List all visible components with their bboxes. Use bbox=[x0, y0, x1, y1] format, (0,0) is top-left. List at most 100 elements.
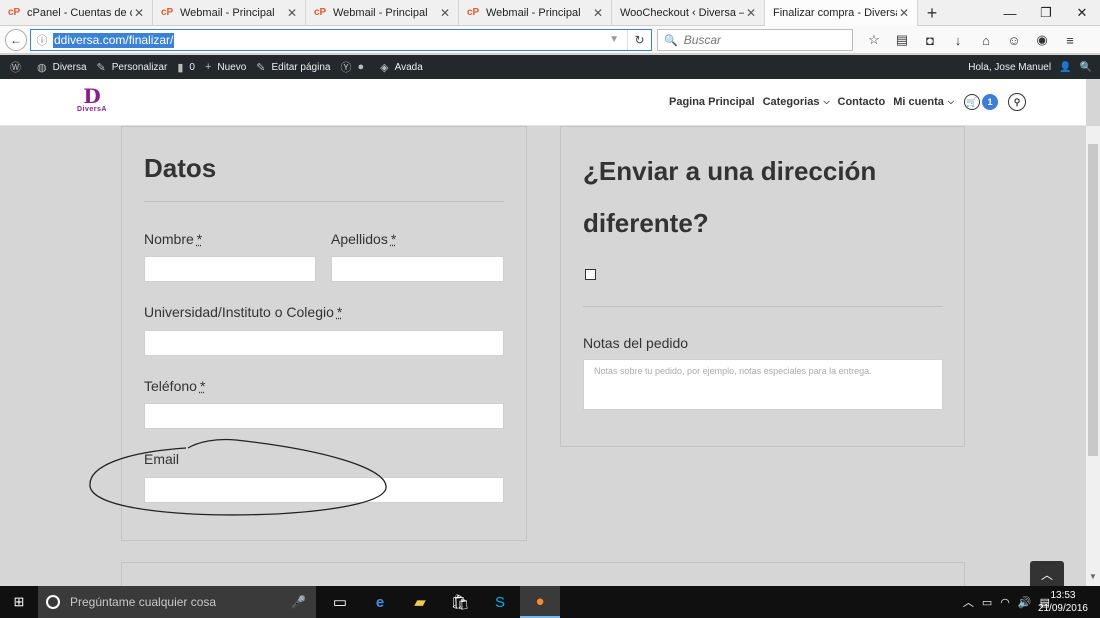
task-view-icon[interactable]: ▭ bbox=[320, 586, 360, 618]
skype-icon[interactable]: S bbox=[480, 586, 520, 618]
restore-icon[interactable]: ❐ bbox=[1028, 0, 1064, 26]
page-scrollbar[interactable]: ▼ bbox=[1086, 126, 1100, 586]
close-window-icon[interactable]: ✕ bbox=[1064, 0, 1100, 26]
store-icon[interactable]: 🛍 bbox=[440, 586, 480, 618]
browser-tab[interactable]: cPcPanel - Cuentas de c...✕ bbox=[0, 0, 153, 26]
firefox-icon[interactable]: ● bbox=[520, 586, 560, 618]
menu-icon[interactable]: ≡ bbox=[1056, 30, 1084, 50]
close-tab-icon[interactable]: ✕ bbox=[132, 6, 146, 20]
download-icon[interactable]: ↓ bbox=[944, 30, 972, 50]
site-logo[interactable]: D DiversA bbox=[72, 86, 112, 120]
last-name-field[interactable] bbox=[331, 256, 504, 282]
browser-tab[interactable]: cP Webmail - Principal ✕ bbox=[306, 0, 459, 26]
cpanel-icon: cP bbox=[314, 7, 327, 18]
url-bar[interactable]: ⓘ ddiversa.com/finalizar/ ▼ ↻ bbox=[30, 29, 652, 51]
order-notes-field[interactable] bbox=[583, 359, 943, 410]
hand-drawn-circle-annotation bbox=[89, 438, 387, 516]
nav-categories[interactable]: Categorias ⌵ bbox=[763, 96, 830, 108]
close-tab-icon[interactable]: ✕ bbox=[438, 6, 452, 20]
emoji-icon[interactable]: ☺ bbox=[1000, 30, 1028, 50]
wp-admin-bar: Ⓦ ◍ Diversa ✎ Personalizar ▮ 0 + Nuevo ✎ Edit… bbox=[0, 55, 1100, 79]
first-name-label: Nombre * bbox=[144, 231, 203, 247]
close-tab-icon[interactable]: ✕ bbox=[744, 6, 758, 20]
admin-comments-link[interactable]: ▮ 0 bbox=[177, 61, 195, 74]
dashboard-icon: ◍ bbox=[37, 61, 47, 74]
brush-icon: ✎ bbox=[96, 61, 106, 74]
browser-search-bar[interactable]: 🔍 bbox=[657, 29, 853, 51]
url-text[interactable]: ddiversa.com/finalizar/ bbox=[53, 32, 175, 48]
admin-search-icon[interactable]: 🔍 bbox=[1080, 62, 1092, 73]
back-to-top-button[interactable]: ︿ bbox=[1030, 561, 1064, 587]
user-avatar-icon: 👤 bbox=[1059, 61, 1072, 73]
cart-button[interactable]: 🛒 1 bbox=[964, 94, 998, 110]
back-icon[interactable]: ← bbox=[5, 29, 27, 51]
nav-my-account[interactable]: Mi cuenta ⌵ bbox=[893, 96, 954, 108]
battery-icon[interactable]: ▭ bbox=[982, 596, 992, 609]
phone-field[interactable] bbox=[144, 403, 504, 429]
scrollbar-thumb[interactable] bbox=[1088, 144, 1098, 456]
nav-home[interactable]: Pagina Principal bbox=[669, 96, 755, 108]
edge-icon[interactable]: e bbox=[360, 586, 400, 618]
reload-icon[interactable]: ↻ bbox=[627, 30, 651, 50]
admin-new-link[interactable]: + Nuevo bbox=[205, 61, 246, 73]
browser-search-input[interactable] bbox=[683, 33, 844, 47]
info-icon[interactable]: ⓘ bbox=[31, 32, 53, 48]
first-name-field[interactable] bbox=[144, 256, 316, 282]
browser-toolbar-icons: ☆ ▤ ◘ ↓ ⌂ ☺ ◉ ≡ bbox=[860, 30, 1084, 50]
main-nav: Pagina Principal Categorias ⌵ Contacto Mi… bbox=[661, 93, 1026, 111]
window-controls: — ❐ ✕ bbox=[992, 0, 1100, 26]
cpanel-icon: cP bbox=[467, 7, 480, 18]
admin-avada-link[interactable]: ◈ Avada bbox=[380, 61, 423, 74]
browser-nav-bar: ← ⓘ ddiversa.com/finalizar/ ▼ ↻ 🔍 ☆ ▤ ◘ … bbox=[0, 26, 1100, 54]
home-icon[interactable]: ⌂ bbox=[972, 30, 1000, 50]
wifi-icon[interactable]: ◠ bbox=[1000, 596, 1010, 609]
status-dot-icon: ● bbox=[357, 61, 365, 73]
chevron-up-icon: ︿ bbox=[1040, 567, 1053, 582]
microphone-icon[interactable]: 🎤 bbox=[291, 595, 306, 609]
divider bbox=[583, 306, 943, 307]
minimize-icon[interactable]: — bbox=[992, 0, 1028, 26]
close-tab-icon[interactable]: ✕ bbox=[591, 6, 605, 20]
search-icon: 🔍 bbox=[664, 34, 678, 47]
system-tray: ︿ ▭ ◠ 🔊 ▤ bbox=[955, 586, 1050, 618]
windows-taskbar: ⊞ Pregúntame cualquier cosa 🎤 ▭ e ▰ 🛍 S … bbox=[0, 586, 1100, 618]
adblock-icon[interactable]: ◉ bbox=[1028, 30, 1056, 50]
admin-site-link[interactable]: ◍ Diversa bbox=[37, 61, 87, 74]
close-tab-icon[interactable]: ✕ bbox=[285, 6, 299, 20]
comment-icon: ▮ bbox=[177, 61, 184, 74]
yoast-seo-icon[interactable]: Ⓨ ● bbox=[340, 59, 370, 75]
nav-contact[interactable]: Contacto bbox=[838, 96, 886, 108]
school-field[interactable] bbox=[144, 330, 504, 356]
site-search-icon[interactable]: ⚲ bbox=[1008, 93, 1026, 111]
school-label: Universidad/Instituto o Colegio * bbox=[144, 304, 343, 320]
cpanel-icon: cP bbox=[8, 7, 21, 18]
pocket-icon[interactable]: ◘ bbox=[916, 30, 944, 50]
admin-edit-page-link[interactable]: ✎ Editar página bbox=[256, 61, 330, 74]
cart-icon: 🛒 bbox=[964, 94, 980, 110]
bookmark-star-icon[interactable]: ☆ bbox=[860, 30, 888, 50]
last-name-label: Apellidos * bbox=[331, 231, 397, 247]
cpanel-icon: cP bbox=[161, 7, 174, 18]
billing-title: Datos bbox=[144, 153, 217, 183]
browser-tab[interactable]: cP Webmail - Principal ✕ bbox=[153, 0, 306, 26]
admin-account[interactable]: Hola, Jose Manuel 👤 🔍 bbox=[960, 55, 1092, 79]
url-dropdown-icon[interactable]: ▼ bbox=[609, 34, 619, 45]
browser-tab[interactable]: cP Webmail - Principal ✕ bbox=[459, 0, 612, 26]
browser-tab-active[interactable]: Finalizar compra - Diversa ✕ bbox=[765, 0, 918, 26]
browser-tab[interactable]: WooCheckout ‹ Diversa —...✕ bbox=[612, 0, 765, 26]
reading-list-icon[interactable]: ▤ bbox=[888, 30, 916, 50]
cortana-search[interactable]: Pregúntame cualquier cosa 🎤 bbox=[38, 586, 316, 618]
shipping-title: ¿Enviar a una dirección diferente? bbox=[583, 156, 877, 238]
ship-different-checkbox[interactable] bbox=[585, 269, 596, 280]
new-tab-icon[interactable]: + bbox=[918, 0, 946, 26]
show-hidden-icons-icon[interactable]: ︿ bbox=[963, 594, 974, 610]
admin-customize-link[interactable]: ✎ Personalizar bbox=[97, 61, 168, 74]
chevron-down-icon: ⌵ bbox=[823, 97, 830, 106]
file-explorer-icon[interactable]: ▰ bbox=[400, 586, 440, 618]
wordpress-logo-icon[interactable]: Ⓦ bbox=[10, 59, 27, 75]
volume-icon[interactable]: 🔊 bbox=[1018, 596, 1032, 609]
windows-start-icon[interactable]: ⊞ bbox=[0, 586, 38, 618]
close-tab-icon[interactable]: ✕ bbox=[897, 6, 911, 20]
scroll-down-icon[interactable]: ▼ bbox=[1086, 572, 1100, 586]
taskbar-clock[interactable]: 13:53 21/09/2016 bbox=[1038, 589, 1088, 615]
